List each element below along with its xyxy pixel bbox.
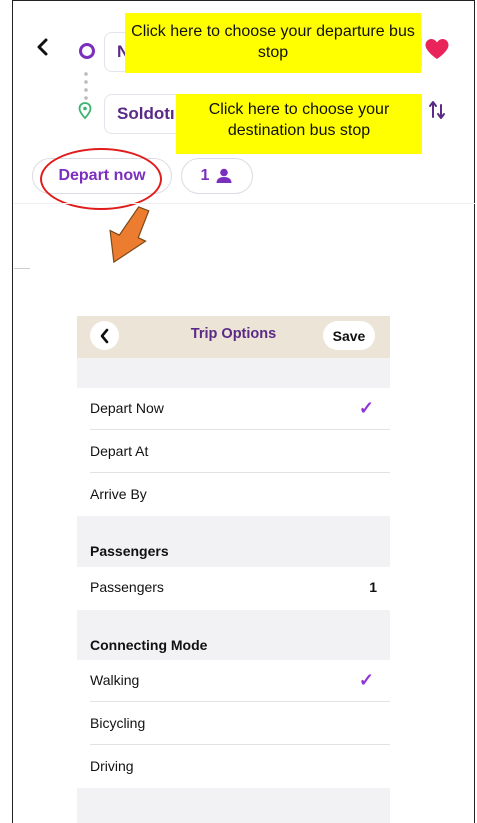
swap-vertical-icon bbox=[429, 101, 445, 119]
save-button[interactable]: Save bbox=[323, 321, 375, 350]
origin-marker-icon bbox=[79, 43, 95, 59]
person-icon bbox=[216, 168, 232, 183]
passengers-row[interactable]: Passengers 1 bbox=[77, 567, 390, 609]
connecting-section-header: Connecting Mode bbox=[77, 610, 390, 660]
row-divider bbox=[90, 429, 390, 430]
passengers-section-title: Passengers bbox=[90, 543, 169, 559]
mode-label: Walking bbox=[90, 672, 140, 688]
chevron-left-icon bbox=[37, 38, 48, 56]
passengers-row-label: Passengers bbox=[90, 579, 164, 595]
route-connector bbox=[84, 70, 88, 100]
passengers-section-header: Passengers bbox=[77, 516, 390, 567]
mode-driving[interactable]: Driving bbox=[77, 746, 390, 788]
option-depart-now[interactable]: Depart Now ✓ bbox=[77, 388, 390, 430]
favorite-button[interactable] bbox=[424, 38, 450, 65]
row-divider bbox=[90, 744, 390, 745]
option-label: Depart At bbox=[90, 443, 149, 459]
destination-pin-icon bbox=[78, 102, 92, 125]
back-button[interactable] bbox=[36, 36, 50, 64]
mode-walking[interactable]: Walking ✓ bbox=[77, 660, 390, 702]
connecting-section-title: Connecting Mode bbox=[90, 637, 208, 653]
map-edge-divider bbox=[14, 268, 30, 269]
mode-bicycling[interactable]: Bicycling bbox=[77, 703, 390, 745]
checkmark-icon: ✓ bbox=[358, 670, 374, 690]
destination-callout: Click here to choose your destination bu… bbox=[176, 94, 422, 154]
passengers-chip[interactable]: 1 bbox=[181, 158, 253, 194]
mode-label: Driving bbox=[90, 758, 134, 774]
option-label: Depart Now bbox=[90, 400, 164, 416]
passengers-count: 1 bbox=[200, 167, 210, 184]
pointer-arrow bbox=[100, 205, 170, 300]
option-depart-at[interactable]: Depart At bbox=[77, 431, 390, 473]
row-divider bbox=[90, 472, 390, 473]
checkmark-icon: ✓ bbox=[358, 398, 374, 418]
mode-label: Bicycling bbox=[90, 715, 146, 731]
option-label: Arrive By bbox=[90, 486, 147, 502]
row-divider bbox=[90, 701, 390, 702]
section-spacer bbox=[77, 358, 390, 388]
trip-options-header: Trip Options Save bbox=[77, 316, 390, 358]
header-divider bbox=[14, 203, 475, 204]
highlight-oval bbox=[40, 148, 162, 210]
swap-stops-button[interactable] bbox=[428, 99, 446, 125]
destination-field-value: Soldotı bbox=[117, 104, 175, 123]
trip-options-screen: Trip Options Save Depart Now ✓ Depart At… bbox=[77, 316, 390, 823]
passengers-row-value: 1 bbox=[369, 579, 377, 595]
option-arrive-by[interactable]: Arrive By bbox=[77, 474, 390, 516]
departure-callout: Click here to choose your departure bus … bbox=[125, 13, 421, 73]
bottom-spacer bbox=[77, 788, 390, 823]
heart-icon bbox=[425, 39, 449, 59]
